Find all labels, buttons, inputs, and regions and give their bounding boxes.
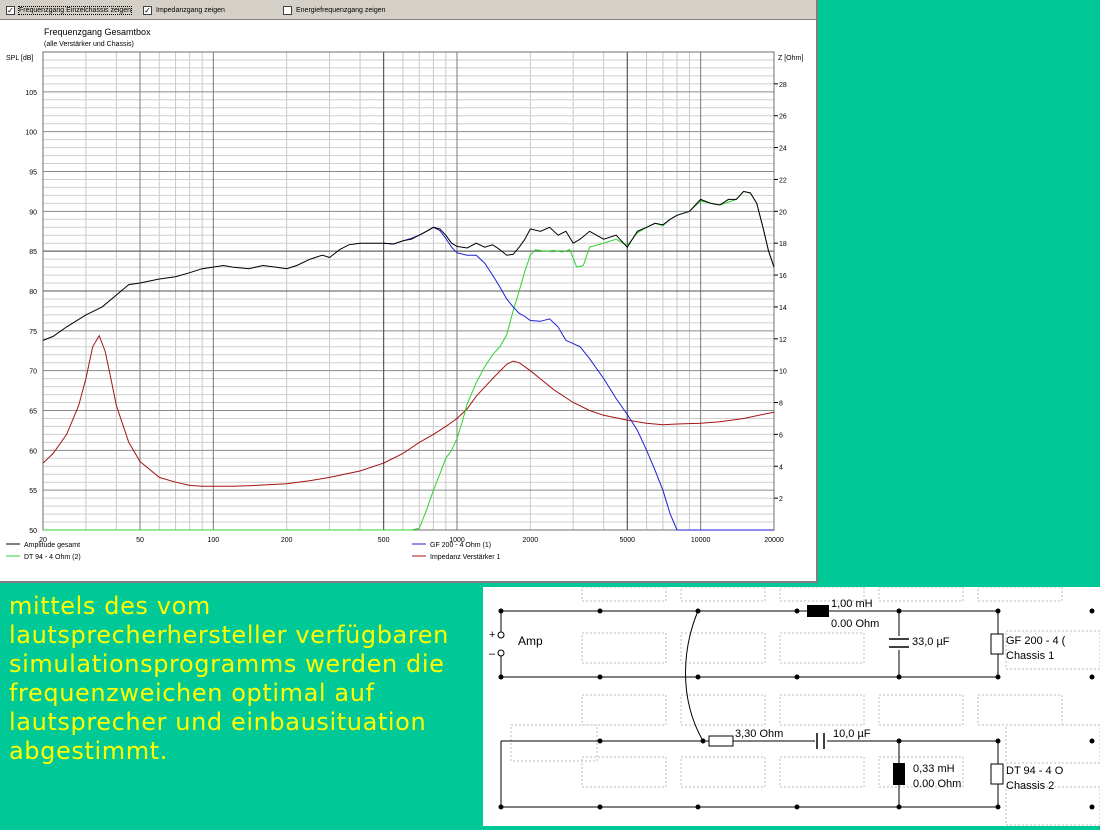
speaker-1-symbol[interactable] — [990, 633, 1004, 655]
y-tick-label: 75 — [29, 329, 37, 336]
series-line-2 — [43, 190, 775, 531]
schematic-svg: + – Amp 1,00 mH 0.00 Ohm 33,0 µF GF 200 … — [489, 586, 1100, 826]
checkbox-single-chassis-box[interactable]: ✓ — [6, 5, 15, 15]
legend-label-2: DT 94 - 4 Ohm (2) — [24, 554, 81, 561]
y2-tick-label: 20 — [779, 209, 787, 216]
chassis-1: GF 200 - 4 ( Chassis 1 — [990, 633, 1066, 662]
y2-tick-label: 22 — [779, 177, 787, 184]
y-tick-label: 70 — [29, 369, 37, 376]
y2-axis-label: Z [Ohm] — [778, 55, 803, 62]
y-tick-label: 80 — [29, 289, 37, 296]
y2-tick-label: 2 — [779, 496, 783, 503]
chassis-2: DT 94 - 4 O Chassis 2 — [990, 763, 1064, 792]
y-tick-label: 50 — [29, 528, 37, 535]
y-tick-label: 60 — [29, 448, 37, 455]
legend-label-1: GF 200 - 4 Ohm (1) — [430, 542, 491, 549]
y2-tick-label: 8 — [779, 401, 783, 408]
legend-label-3: Impedanz Verstärker 1 — [430, 554, 501, 561]
amp-terminals: + – Amp — [489, 629, 543, 660]
capacitor-1: 33,0 µF — [889, 636, 950, 650]
y-tick-label: 105 — [25, 90, 37, 97]
amp-label: Amp — [518, 634, 543, 648]
inductor-2-resistance: 0.00 Ohm — [913, 778, 961, 790]
y-tick-label: 90 — [29, 209, 37, 216]
checkbox-single-chassis[interactable]: ✓ Frequenzgang Einzelchassis zeigen — [6, 4, 133, 16]
legend-label-0: Amplitude gesamt — [24, 542, 80, 549]
y2-tick-label: 16 — [779, 273, 787, 280]
y2-tick-label: 18 — [779, 241, 787, 248]
inductor-1-value: 1,00 mH — [831, 598, 873, 610]
crossover-schematic: + – Amp 1,00 mH 0.00 Ohm 33,0 µF GF 200 … — [483, 586, 1100, 826]
series-group — [42, 190, 775, 531]
capacitor-2: 10,0 µF — [815, 728, 871, 751]
checkbox-impedance-box[interactable]: ✓ — [143, 5, 152, 15]
inductor-2-value: 0,33 mH — [913, 763, 955, 775]
y-tick-label: 85 — [29, 249, 37, 256]
chassis-1-label: Chassis 1 — [1006, 650, 1054, 662]
frequency-response-chart: Frequenzgang Gesamtbox (alle Verstärker … — [6, 27, 803, 561]
y2-tick-label: 12 — [779, 337, 787, 344]
slide-caption: mittels des vom lautsprecherhersteller v… — [9, 592, 449, 765]
chassis-1-name: GF 200 - 4 ( — [1006, 635, 1066, 647]
checkbox-impedance[interactable]: ✓ Impedanzgang zeigen — [143, 4, 225, 16]
y2-tick-label: 28 — [779, 82, 787, 89]
app-window: ✓ Frequenzgang Einzelchassis zeigen ✓ Im… — [0, 0, 818, 583]
inductor-1: 1,00 mH 0.00 Ohm — [797, 598, 879, 630]
y-tick-label: 95 — [29, 170, 37, 177]
y-tick-label: 55 — [29, 488, 37, 495]
inductor-1-resistance: 0.00 Ohm — [831, 618, 879, 630]
checkbox-energy-label: Energiefrequenzgang zeigen — [296, 6, 386, 14]
amp-minus: – — [489, 648, 496, 660]
checkbox-energy-box[interactable] — [283, 5, 292, 15]
y2-tick-label: 24 — [779, 146, 787, 153]
y-tick-label: 100 — [25, 130, 37, 137]
y2-tick-label: 6 — [779, 432, 783, 439]
x-tick-label: 500 — [378, 537, 390, 544]
checkbox-energy[interactable]: Energiefrequenzgang zeigen — [283, 4, 386, 16]
x-tick-label: 2000 — [523, 537, 539, 544]
y2-tick-label: 26 — [779, 114, 787, 121]
y2-tick-label: 4 — [779, 464, 783, 471]
legend: Amplitude gesamt DT 94 - 4 Ohm (2) GF 200 … — [6, 542, 501, 561]
y-tick-label: 65 — [29, 409, 37, 416]
x-tick-label: 100 — [207, 537, 219, 544]
x-tick-label: 200 — [281, 537, 293, 544]
inductor-1-symbol[interactable] — [807, 605, 829, 617]
toolbar: ✓ Frequenzgang Einzelchassis zeigen ✓ Im… — [0, 0, 816, 20]
x-tick-label: 5000 — [620, 537, 636, 544]
inductor-2: 0,33 mH 0.00 Ohm — [893, 763, 961, 790]
x-tick-label: 10000 — [691, 537, 711, 544]
series-line-0 — [42, 190, 775, 341]
resistor-1-symbol[interactable] — [708, 735, 734, 747]
amp-plus: + — [489, 629, 495, 641]
chassis-2-name: DT 94 - 4 O — [1006, 765, 1064, 777]
x-tick-label: 50 — [136, 537, 144, 544]
speaker-2-symbol[interactable] — [990, 763, 1004, 785]
capacitor-2-value: 10,0 µF — [833, 728, 871, 740]
chassis-2-label: Chassis 2 — [1006, 780, 1054, 792]
resistor-1-value: 3,30 Ohm — [735, 728, 783, 740]
chart-subtitle: (alle Verstärker und Chassis) — [44, 41, 134, 48]
inductor-2-symbol[interactable] — [893, 763, 905, 785]
y2-tick-label: 10 — [779, 369, 787, 376]
chart-title: Frequenzgang Gesamtbox — [44, 27, 151, 37]
y-axis-label: SPL [dB] — [6, 55, 33, 62]
y2-tick-label: 14 — [779, 305, 787, 312]
resistor-1: 3,30 Ohm — [708, 728, 783, 747]
checkbox-single-chassis-label: Frequenzgang Einzelchassis zeigen — [17, 5, 133, 15]
checkbox-impedance-label: Impedanzgang zeigen — [156, 6, 225, 14]
x-tick-label: 20000 — [764, 537, 784, 544]
capacitor-1-value: 33,0 µF — [912, 636, 950, 648]
